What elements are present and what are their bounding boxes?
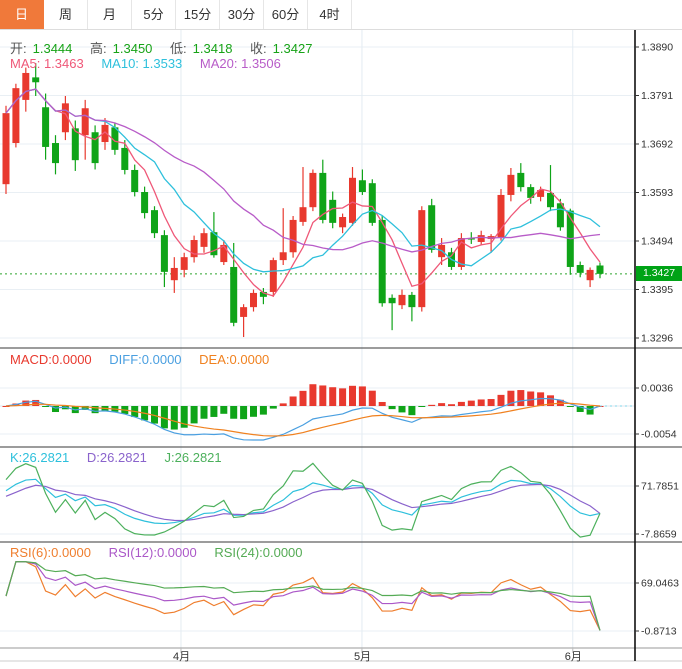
svg-text:1.3791: 1.3791 [641,90,673,102]
rsi-layer [5,561,601,631]
close-label: 收: [250,41,267,56]
svg-text:-7.8659: -7.8659 [641,529,677,541]
kdj-layer [5,462,601,538]
dea-value: DEA:0.0000 [199,352,270,367]
x-axis-label-may: 5月 [353,651,372,663]
svg-text:1.3494: 1.3494 [641,236,673,248]
open-value: 1.3444 [32,41,73,56]
svg-text:71.7851: 71.7851 [641,481,679,493]
current-price-tag: 1.3427 [636,266,682,282]
timeframe-tabbar: 日 周 月 5分 15分 30分 60分 4时 [0,0,682,30]
tab-30min[interactable]: 30分 [220,0,264,29]
rsi24-value: RSI(24):0.0000 [214,545,303,560]
rsi-readout: RSI(6):0.0000 RSI(12):0.0000 RSI(24):0.0… [10,545,309,560]
kdj-readout: K:26.2821 D:26.2821 J:26.2821 [10,450,228,465]
ma-readout: MA5: 1.3463 MA10: 1.3533 MA20: 1.3506 [10,56,287,71]
tab-4hour[interactable]: 4时 [308,0,352,29]
open-label: 开: [10,41,27,56]
y-axis-labels: 1.3890 1.3791 1.3692 1.3593 1.3494 1.3395 1.32… [635,42,679,638]
tab-day[interactable]: 日 [0,0,44,29]
ohlc-readout: 开: 1.3444 高: 1.3450 低: 1.3418 收: 1.3427 [10,38,318,57]
chart-canvas: 1.3890 1.3791 1.3692 1.3593 1.3494 1.3395 1.32… [0,30,682,662]
low-value: 1.3418 [192,41,233,56]
macd-value: MACD:0.0000 [10,352,92,367]
ma20-value: MA20: 1.3506 [199,56,281,71]
high-value: 1.3450 [112,41,153,56]
macd-readout: MACD:0.0000 DIFF:0.0000 DEA:0.0000 [10,352,275,367]
low-label: 低: [170,41,187,56]
high-label: 高: [90,41,107,56]
close-value: 1.3427 [272,41,313,56]
rsi6-value: RSI(6):0.0000 [10,545,91,560]
tab-15min[interactable]: 15分 [176,0,220,29]
svg-text:-0.8713: -0.8713 [641,626,677,638]
tab-month[interactable]: 月 [88,0,132,29]
kline-chart-window: 1.3890 1.3791 1.3692 1.3593 1.3494 1.3395 1.32… [0,0,682,669]
tab-5min[interactable]: 5分 [132,0,176,29]
diff-value: DIFF:0.0000 [109,352,182,367]
svg-text:1.3890: 1.3890 [641,42,673,54]
d-value: D:26.2821 [86,450,147,465]
svg-text:69.0463: 69.0463 [641,578,679,590]
x-axis-label-april: 4月 [172,651,191,663]
svg-text:0.0036: 0.0036 [641,383,673,395]
tab-week[interactable]: 周 [44,0,88,29]
svg-text:-0.0054: -0.0054 [641,429,677,441]
svg-text:1.3593: 1.3593 [641,187,673,199]
candles-layer [2,63,604,338]
svg-text:1.3296: 1.3296 [641,333,673,345]
k-value: K:26.2821 [10,450,70,465]
x-axis-label-june: 6月 [564,651,582,663]
svg-text:1.3692: 1.3692 [641,139,673,151]
ma10-value: MA10: 1.3533 [101,56,183,71]
j-value: J:26.2821 [164,450,222,465]
svg-text:1.3395: 1.3395 [641,284,673,296]
rsi12-value: RSI(12):0.0000 [108,545,197,560]
macd-layer [0,384,635,441]
panel-separators [0,30,682,662]
ma5-value: MA5: 1.3463 [10,56,84,71]
tab-60min[interactable]: 60分 [264,0,308,29]
